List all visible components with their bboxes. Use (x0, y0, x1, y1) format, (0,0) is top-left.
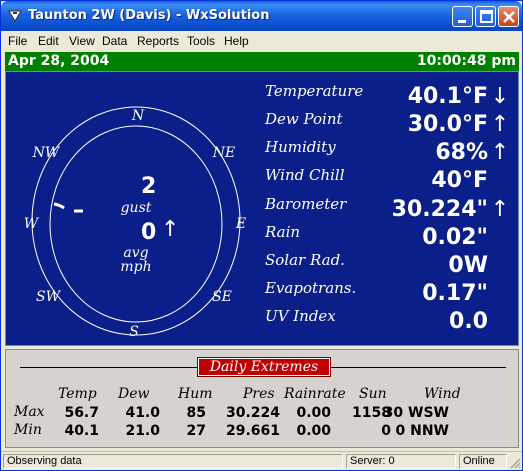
current-time: 10:00:48 pm (416, 53, 516, 69)
ext-cell: 41.0 (125, 405, 160, 421)
reading-label-solar-rad: Solar Rad. (265, 251, 345, 269)
wind-unit-label: mph (120, 259, 152, 275)
window-title: Taunton 2W (Davis) - WxSolution (28, 8, 270, 23)
ext-row-label-max: Max (14, 404, 45, 420)
extremes-title: Daily Extremes (197, 357, 331, 377)
ext-header-temp: Temp (58, 386, 97, 402)
ext-cell: 40.1 (64, 423, 99, 439)
menu-view[interactable]: View (69, 34, 95, 48)
trend-up-icon: ↑ (490, 197, 510, 222)
compass-ne: NE (212, 145, 235, 161)
menu-bar: File Edit View Data Reports Tools Help (1, 31, 522, 51)
trend-down-icon: ↓ (490, 84, 510, 109)
maximize-button[interactable] (475, 6, 496, 27)
compass-e: E (235, 216, 246, 232)
wind-avg-trend-icon: ↑ (161, 217, 180, 242)
menu-help[interactable]: Help (224, 34, 249, 48)
status-server: Server: 0 (346, 454, 456, 469)
reading-label-temperature: Temperature (265, 82, 364, 100)
wind-gust-value: 2 (141, 174, 157, 199)
status-bar: Observing data Server: 0 Online (1, 451, 522, 470)
reading-label-humidity: Humidity (265, 138, 336, 156)
conditions-panel: N NE E SE S SW W NW 2 gust 0 ↑ avg mph T… (5, 71, 519, 346)
wind-direction-mark (53, 202, 65, 210)
reading-label-evapotrans: Evapotrans. (265, 279, 357, 297)
resize-grip-icon[interactable] (509, 457, 521, 469)
status-online: Online (459, 454, 507, 469)
reading-value-evapotrans: 0.17" (422, 281, 488, 306)
reading-value-solar-rad: 0W (448, 253, 488, 278)
ext-row-label-min: Min (14, 422, 42, 438)
ext-header-wind: Wind (424, 386, 461, 402)
ext-cell: 0 NNW (395, 423, 450, 439)
ext-cell: 27 (186, 423, 206, 439)
menu-file[interactable]: File (8, 34, 27, 48)
menu-tools[interactable]: Tools (187, 34, 215, 48)
ext-cell: 0 (381, 423, 391, 439)
reading-value-humidity: 68% ↑ (435, 140, 512, 165)
reading-label-wind-chill: Wind Chill (265, 166, 345, 184)
trend-up-icon: ↑ (490, 112, 510, 137)
ext-cell: 21.0 (125, 423, 160, 439)
compass-w: W (24, 216, 40, 232)
reading-value-wind-chill: 40°F (431, 168, 488, 193)
compass-s: S (129, 324, 139, 340)
ext-cell: 56.7 (64, 405, 99, 421)
ext-header-rainrate: Rainrate (284, 386, 346, 402)
date-bar: Apr 28, 2004 10:00:48 pm (5, 52, 519, 71)
reading-value-uv-index: 0.0 (449, 309, 488, 334)
reading-label-uv-index: UV Index (265, 307, 336, 325)
ext-header-hum: Hum (178, 386, 213, 402)
ext-cell: 30 WSW (383, 405, 449, 421)
trend-up-icon: ↑ (490, 140, 510, 165)
reading-value-barometer: 30.224" ↑ (392, 197, 512, 222)
reading-value-dew-point: 30.0°F ↑ (408, 112, 512, 137)
ext-cell: 30.224 (225, 405, 280, 421)
close-button[interactable] (498, 6, 519, 27)
ext-cell: 85 (186, 405, 206, 421)
menu-data[interactable]: Data (102, 34, 127, 48)
compass-sw: SW (36, 289, 62, 305)
minimize-button[interactable] (452, 6, 473, 27)
ext-header-pres: Pres (243, 386, 275, 402)
app-icon (7, 8, 23, 24)
status-message: Observing data (3, 454, 343, 469)
wind-avg-value: 0 (141, 220, 157, 245)
reading-label-barometer: Barometer (265, 195, 347, 213)
ext-cell: 0.00 (296, 423, 331, 439)
title-bar[interactable]: Taunton 2W (Davis) - WxSolution (1, 1, 522, 31)
compass-nw: NW (32, 145, 61, 161)
reading-label-rain: Rain (265, 223, 301, 241)
ext-header-sun: Sun (359, 386, 387, 402)
reading-value-temperature: 40.1°F ↓ (408, 84, 512, 109)
menu-edit[interactable]: Edit (38, 34, 59, 48)
ext-cell: 0.00 (296, 405, 331, 421)
app-window: Taunton 2W (Davis) - WxSolution File Edi… (0, 0, 523, 471)
ext-header-dew: Dew (118, 386, 150, 402)
menu-reports[interactable]: Reports (137, 34, 179, 48)
current-date: Apr 28, 2004 (8, 53, 110, 69)
ext-cell: 29.661 (225, 423, 280, 439)
compass-n: N (131, 108, 145, 124)
compass-se: SE (212, 289, 232, 305)
daily-extremes-panel: Daily Extremes Temp Dew Hum Pres Rainrat… (5, 349, 519, 448)
wind-gust-label: gust (120, 200, 152, 216)
reading-label-dew-point: Dew Point (265, 110, 343, 128)
reading-value-rain: 0.02" (422, 225, 488, 250)
